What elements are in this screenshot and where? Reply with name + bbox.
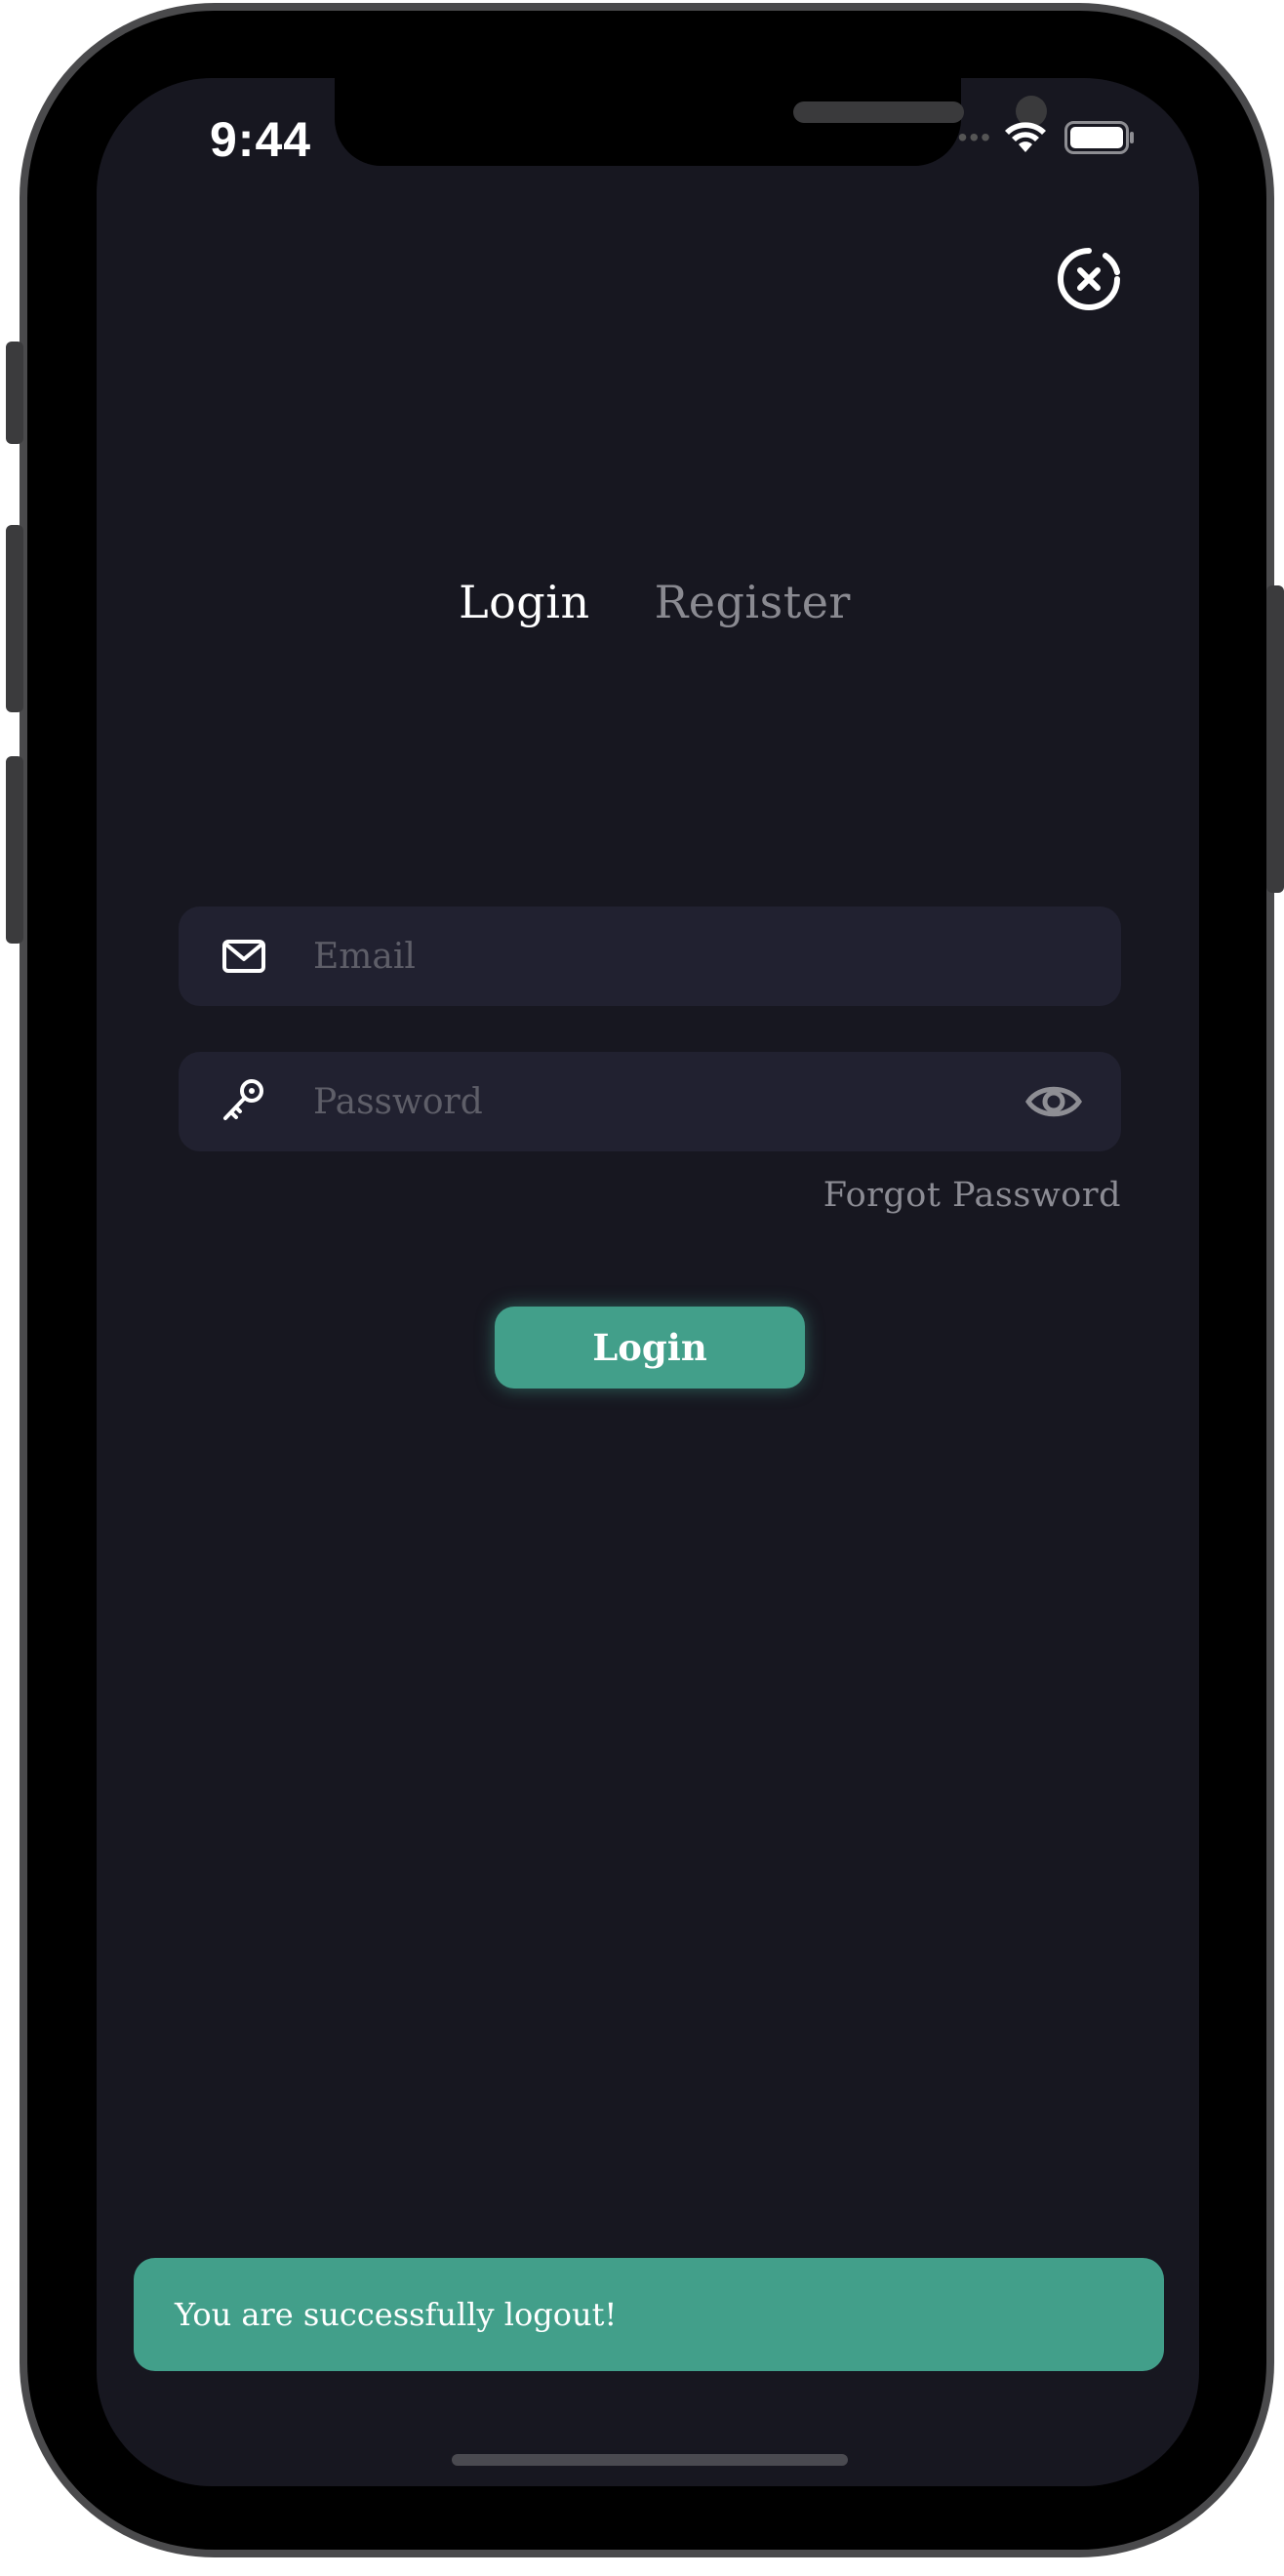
- email-input[interactable]: [313, 906, 996, 1006]
- status-icons: •••: [958, 121, 1135, 154]
- mail-icon: [222, 940, 265, 973]
- app-screen: 9:44 ••• Login Register Email Forgot Pas…: [97, 78, 1199, 2486]
- key-icon: [223, 1079, 263, 1120]
- eye-icon[interactable]: [1025, 1077, 1082, 1126]
- tab-register[interactable]: Register: [655, 576, 851, 628]
- tab-login[interactable]: Login: [459, 576, 590, 628]
- password-input[interactable]: [313, 1052, 996, 1151]
- speaker-grille: [793, 101, 964, 123]
- forgot-password-link[interactable]: Forgot Password: [823, 1176, 1121, 1215]
- signal-dots-icon: •••: [957, 122, 992, 152]
- login-button[interactable]: Login: [495, 1307, 805, 1389]
- home-indicator[interactable]: [452, 2454, 848, 2466]
- wifi-icon: [1005, 122, 1046, 152]
- power-button: [1266, 585, 1284, 893]
- volume-down-button: [6, 756, 23, 944]
- battery-icon: [1064, 121, 1134, 154]
- notch: [335, 78, 1047, 166]
- mute-switch: [6, 342, 23, 444]
- password-field[interactable]: [179, 1052, 1121, 1151]
- volume-up-button: [6, 525, 23, 712]
- auth-tabs: Login Register: [97, 576, 1199, 628]
- toast-message: You are successfully logout!: [175, 2296, 618, 2333]
- toast-notification: You are successfully logout!: [134, 2258, 1164, 2371]
- email-field[interactable]: [179, 906, 1121, 1006]
- status-time: 9:44: [210, 112, 312, 167]
- close-circle-icon[interactable]: [1055, 245, 1123, 313]
